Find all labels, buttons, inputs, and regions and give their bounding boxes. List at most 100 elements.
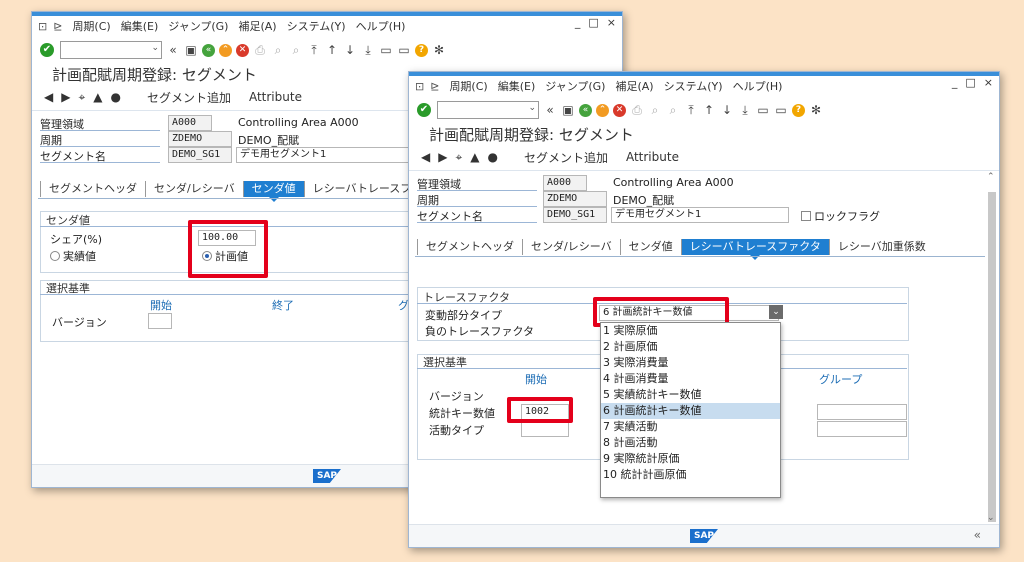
chevron-down-icon[interactable]: ⌄ [769,305,783,319]
dropdown-option-selected[interactable]: 6 計画統計キー数値 [601,403,780,419]
prev-page-icon[interactable]: ↑ [702,103,716,117]
menu-help[interactable]: ヘルプ(H) [356,18,406,34]
print-icon[interactable]: ⎙ [253,43,267,58]
maximize-button[interactable]: □ [588,16,598,29]
binoculars-icon[interactable]: ⌖ [78,90,85,105]
menu-jump[interactable]: ジャンプ(G) [545,78,605,94]
help-icon[interactable]: ? [415,43,428,57]
tab-segment-header[interactable]: セグメントヘッダ [417,239,522,255]
dropdown-option[interactable]: 9 実際統計原価 [601,451,780,467]
green-back-icon[interactable]: « [579,103,592,117]
menu-help[interactable]: ヘルプ(H) [733,78,783,94]
version-field[interactable] [148,313,172,329]
tab-sender-values[interactable]: センダ値 [242,181,304,202]
close-button[interactable]: × [607,16,616,29]
find-next-icon[interactable]: ⌕ [666,103,680,118]
back-icon[interactable]: « [166,43,180,57]
vertical-scrollbar[interactable]: ⌃ ⌄ [987,172,997,523]
radio-button[interactable] [50,251,60,261]
menu-cycle[interactable]: 周期(C) [72,18,110,34]
segment-text-field[interactable]: デモ用セグメント1 [236,147,414,163]
help-icon[interactable]: ? [792,103,805,117]
prev-page-icon[interactable]: ↑ [325,43,339,57]
find-icon[interactable]: ⌕ [648,103,662,118]
minimize-button[interactable]: _ [575,16,581,29]
landscape-icon[interactable]: ▲ [93,90,102,104]
cancel-icon[interactable]: ✕ [613,103,626,117]
segment-text-field[interactable]: デモ用セグメント1 [611,207,789,223]
menu-edit[interactable]: 編集(E) [498,78,536,94]
help-menu-icon[interactable]: ⊵ [53,20,62,33]
settings-icon[interactable]: ✻ [432,43,446,57]
dropdown-option[interactable]: 10 統計計画原価 [601,467,780,483]
exit-icon[interactable]: ⌃ [596,103,609,117]
close-button[interactable]: × [984,76,993,89]
cancel-icon[interactable]: ✕ [236,43,249,57]
attribute-button[interactable]: Attribute [249,90,302,104]
command-field[interactable]: ⌄ [437,101,539,119]
check-icon[interactable]: ✔ [40,43,54,57]
last-page-icon[interactable]: ⤓ [738,103,752,118]
tab-sender-receiver[interactable]: センダ/レシーバ [145,181,243,197]
var-type-dropdown-list[interactable]: 1 実際原価 2 計画原価 3 実際消費量 4 計画消費量 5 実績統計キー数値… [600,322,781,498]
green-back-icon[interactable]: « [202,43,215,57]
save-icon[interactable]: ▣ [561,103,575,117]
print-icon[interactable]: ⎙ [630,103,644,118]
find-next-icon[interactable]: ⌕ [289,43,303,58]
activity-type-field[interactable] [521,421,569,437]
menu-system[interactable]: システム(Y) [287,18,346,34]
hat-icon[interactable]: ● [110,90,120,104]
exit-icon[interactable]: ⌃ [219,43,232,57]
dropdown-option[interactable]: 5 実績統計キー数値 [601,387,780,403]
tab-receiver-trace-factor[interactable]: レシーバトレースファクタ [680,239,829,260]
lock-flag-checkbox[interactable]: ロックフラグ [801,208,880,224]
prev-icon[interactable]: ◀ [44,90,53,104]
back-icon[interactable]: « [543,103,557,117]
shortcut-icon[interactable]: ▭ [397,43,411,57]
menu-edit[interactable]: 編集(E) [121,18,159,34]
checkbox[interactable] [801,211,811,221]
tab-segment-header[interactable]: セグメントヘッダ [40,181,145,197]
next-icon[interactable]: ▶ [438,150,447,164]
menu-extras[interactable]: 補足(A) [615,78,653,94]
dropdown-option[interactable]: 7 実績活動 [601,419,780,435]
first-page-icon[interactable]: ⤒ [684,103,698,118]
find-icon[interactable]: ⌕ [271,43,285,58]
first-page-icon[interactable]: ⤒ [307,43,321,58]
scroll-up-icon[interactable]: ⌃ [987,172,995,182]
collapse-icon[interactable]: « [974,528,981,542]
help-menu-icon[interactable]: ⊵ [430,80,439,93]
dropdown-option[interactable]: 3 実際消費量 [601,355,780,371]
tab-receiver-weighting[interactable]: レシーバ加重係数 [828,239,934,255]
menu-system[interactable]: システム(Y) [664,78,723,94]
stat-key-group-field[interactable] [817,404,907,420]
last-page-icon[interactable]: ⤓ [361,43,375,58]
activity-type-group-field[interactable] [817,421,907,437]
next-page-icon[interactable]: ↓ [720,103,734,117]
menu-extras[interactable]: 補足(A) [238,18,276,34]
dropdown-option[interactable]: 2 計画原価 [601,339,780,355]
tab-sender-receiver[interactable]: センダ/レシーバ [522,239,620,255]
command-field[interactable]: ⌄ [60,41,162,59]
prev-icon[interactable]: ◀ [421,150,430,164]
binoculars-icon[interactable]: ⌖ [455,150,462,165]
system-menu-icon[interactable]: ⊡ [38,20,47,33]
hat-icon[interactable]: ● [487,150,497,164]
menu-cycle[interactable]: 周期(C) [449,78,487,94]
system-menu-icon[interactable]: ⊡ [415,80,424,93]
dropdown-option[interactable]: 4 計画消費量 [601,371,780,387]
chevron-down-icon[interactable]: ⌄ [528,103,536,113]
minimize-button[interactable]: _ [952,76,958,89]
next-page-icon[interactable]: ↓ [343,43,357,57]
scrollbar-thumb[interactable] [988,192,996,522]
add-segment-button[interactable]: セグメント追加 [147,89,231,106]
settings-icon[interactable]: ✻ [809,103,823,117]
attribute-button[interactable]: Attribute [626,150,679,164]
radio-actual[interactable]: 実績値 [50,248,96,264]
dropdown-option[interactable]: 8 計画活動 [601,435,780,451]
tab-sender-values[interactable]: センダ値 [619,239,681,255]
new-session-icon[interactable]: ▭ [756,103,770,117]
menu-jump[interactable]: ジャンプ(G) [168,18,228,34]
shortcut-icon[interactable]: ▭ [774,103,788,117]
dropdown-option[interactable]: 1 実際原価 [601,323,780,339]
